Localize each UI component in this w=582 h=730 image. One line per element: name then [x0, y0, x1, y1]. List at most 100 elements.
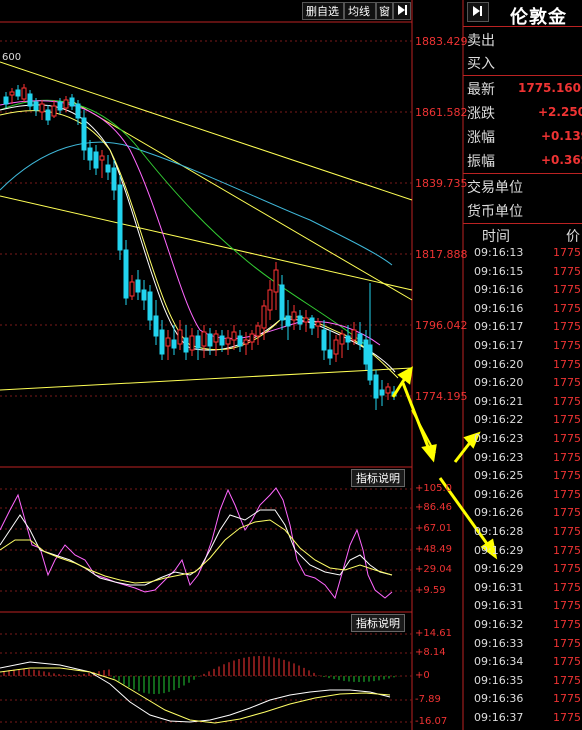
candle-body: [373, 374, 379, 399]
tick-price: 1775.: [553, 711, 582, 724]
candle-body: [219, 335, 225, 346]
tick-time: 09:16:25: [474, 469, 524, 483]
play-right-icon[interactable]: [393, 2, 411, 20]
candle-body: [195, 335, 201, 349]
trendline-support: [0, 367, 413, 391]
tick-time: 09:16:17: [474, 339, 524, 352]
tick-time: 09:16:31: [474, 580, 524, 594]
candle-body: [285, 315, 291, 327]
tick-price: 1775.: [553, 487, 582, 501]
tick-time: 09:16:37: [474, 711, 524, 724]
osc1-lines: [0, 487, 393, 600]
tick-time: 09:16:28: [474, 525, 524, 538]
tick-time: 09:16:26: [474, 487, 524, 501]
candle-body: [177, 329, 183, 345]
tick-time: 09:16:23: [474, 450, 524, 464]
candle-body: [147, 291, 153, 321]
candle-body: [87, 147, 93, 161]
candle-body: [27, 93, 33, 107]
price-axis-label: 1861.582: [415, 106, 468, 119]
osc1-axis-label: +48.49: [415, 544, 453, 555]
tick-price-header: 价: [566, 229, 580, 245]
play-right-icon-glyph: [398, 5, 407, 15]
candle-body: [63, 99, 69, 109]
candle-body: [207, 333, 213, 347]
change-value: +2.250: [538, 105, 582, 119]
tick-time: 09:16:22: [474, 413, 524, 427]
tick-price: 1775.: [553, 580, 582, 594]
tick-time: 09:16:31: [474, 599, 524, 613]
candle-body: [345, 335, 351, 343]
tick-time: 09:16:17: [474, 320, 524, 334]
last-value: 1775.160: [518, 81, 582, 95]
tick-time-header: 时间: [482, 229, 510, 245]
tick-price: 1775.: [553, 376, 582, 390]
candle-body: [159, 329, 165, 355]
osc2-axis-label: +8.14: [415, 647, 446, 658]
tick-price: 1775.: [553, 655, 582, 669]
tick-time: 09:16:34: [474, 655, 524, 669]
osc1-axis-label: +67.01: [415, 523, 453, 534]
macd-white: [0, 661, 391, 723]
pct-value: +0.139: [541, 129, 582, 143]
candle-body: [357, 333, 363, 345]
tick-price: 1775.: [553, 339, 582, 352]
tick-time: 09:16:33: [474, 636, 524, 650]
candle-body: [93, 151, 99, 169]
candle-body: [117, 184, 123, 251]
candle-body: [243, 339, 249, 345]
ma-green: [0, 99, 373, 351]
tick-price: 1775.: [553, 692, 582, 706]
candle-body: [315, 321, 321, 327]
amp-label: 振幅: [467, 154, 495, 170]
tick-time: 09:16:16: [474, 283, 524, 297]
ma-partial-label: 600: [2, 52, 22, 63]
candle-body: [141, 289, 147, 301]
candle-body: [249, 333, 255, 343]
candle-body: [99, 155, 105, 161]
price-axis-label: 1774.195: [415, 390, 468, 403]
buy-label: 买入: [467, 56, 495, 72]
candles: [3, 84, 397, 410]
candle-body: [297, 315, 303, 325]
candle-body: [291, 311, 297, 321]
candle-body: [339, 333, 345, 345]
divider: [463, 75, 582, 76]
tick-price: 1775.: [553, 320, 582, 334]
candle-body: [111, 167, 117, 191]
panel-toggle-button[interactable]: [467, 2, 489, 22]
tick-time: 09:16:32: [474, 618, 524, 631]
osc1-axis-label: +9.59: [415, 585, 446, 596]
osc1-white: [0, 509, 393, 586]
indicator-info-button[interactable]: 指标说明: [351, 614, 405, 632]
candle-body: [379, 389, 385, 396]
tick-price: 1775.: [553, 562, 582, 576]
window-button[interactable]: 窗: [376, 2, 393, 20]
amp-value: +0.369: [541, 153, 582, 167]
divider: [463, 223, 582, 224]
candle-body: [39, 103, 45, 113]
candle-body: [309, 317, 315, 329]
candle-body: [21, 87, 27, 100]
candle-body: [75, 103, 81, 119]
tick-time: 09:16:13: [474, 246, 524, 259]
candle-body: [3, 96, 9, 105]
candle-body: [45, 109, 51, 121]
tick-time: 09:16:15: [474, 264, 524, 278]
tick-time: 09:16:35: [474, 673, 524, 687]
indicator-info-button[interactable]: 指标说明: [351, 469, 405, 487]
candle-body: [15, 89, 21, 97]
tick-price: 1775.: [553, 432, 582, 445]
macd-histogram: [3, 656, 400, 694]
remove-watchlist-button[interactable]: 删自选: [302, 2, 344, 20]
moving-average-button[interactable]: 均线: [344, 2, 376, 20]
candle-body: [135, 279, 141, 293]
tick-time: 09:16:16: [474, 301, 524, 315]
candle-body: [231, 331, 237, 341]
candle-body: [33, 101, 39, 111]
osc1-axis-label: +86.46: [415, 502, 453, 513]
osc1-axis-label: +29.04: [415, 564, 453, 575]
tick-time: 09:16:20: [474, 357, 524, 371]
tick-time: 09:16:36: [474, 692, 524, 706]
candle-body: [189, 335, 195, 351]
